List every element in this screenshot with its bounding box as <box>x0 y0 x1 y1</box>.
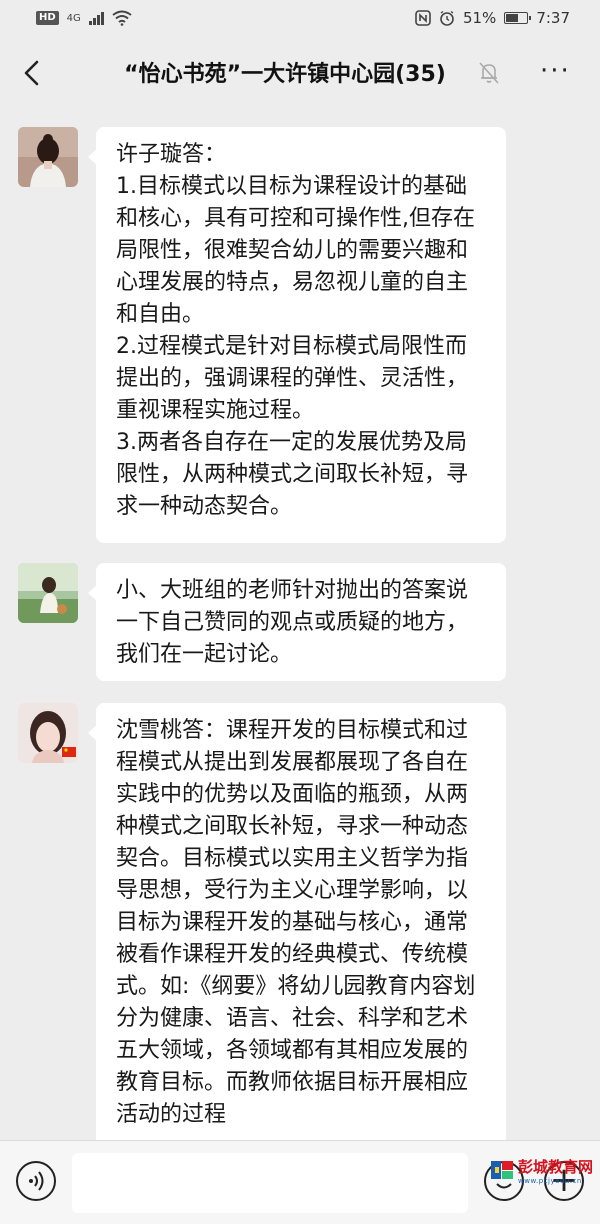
status-right: 51% 7:37 <box>415 9 570 27</box>
mute-bell-icon <box>479 62 499 84</box>
avatar-image <box>18 127 78 187</box>
network-type: 4G <box>66 12 81 24</box>
watermark-text: 彭城教育网 <box>518 1157 594 1176</box>
avatar-image <box>18 703 78 763</box>
avatar[interactable] <box>18 127 78 187</box>
chat-title: “怡心书苑”一大许镇中心园(35) <box>124 62 446 87</box>
message-bubble[interactable]: 沈雪桃答：课程开发的目标模式和过程模式从提出到发展都展现了各自在实践中的优势以及… <box>88 703 506 1163</box>
battery-icon <box>504 12 532 24</box>
hd-badge: HD <box>36 11 59 25</box>
watermark: 彭城教育网 www.pcjyedu.cn <box>490 1150 598 1190</box>
alarm-icon <box>440 10 454 26</box>
more-icon[interactable]: ··· <box>540 58 571 84</box>
nfc-icon <box>415 10 431 26</box>
avatar[interactable] <box>18 563 78 623</box>
wifi-icon <box>112 10 132 26</box>
watermark-url: www.pcjyedu.cn <box>518 1176 582 1185</box>
message-bubble[interactable]: 小、大班组的老师针对抛出的答案说一下自己赞同的观点或质疑的地方，我们在一起讨论。 <box>88 563 506 681</box>
signal-icon <box>88 11 104 25</box>
status-bar: HD 4G 51% 7:37 <box>0 0 600 36</box>
avatar-image <box>18 563 78 623</box>
message-input[interactable] <box>72 1153 468 1213</box>
chat-header: “怡心书苑”一大许镇中心园(35) ··· <box>0 36 600 110</box>
watermark-logo-icon <box>491 1161 513 1179</box>
back-arrow-icon[interactable] <box>18 58 48 88</box>
avatar[interactable] <box>18 703 78 763</box>
status-left: HD 4G <box>36 10 132 26</box>
message-bubble[interactable]: 许子璇答： 1.目标模式以目标为课程设计的基础和核心，具有可控和可操作性,但存在… <box>88 127 506 543</box>
voice-icon[interactable] <box>16 1161 56 1201</box>
battery-percent: 51% <box>462 9 497 27</box>
clock: 7:37 <box>536 9 570 27</box>
